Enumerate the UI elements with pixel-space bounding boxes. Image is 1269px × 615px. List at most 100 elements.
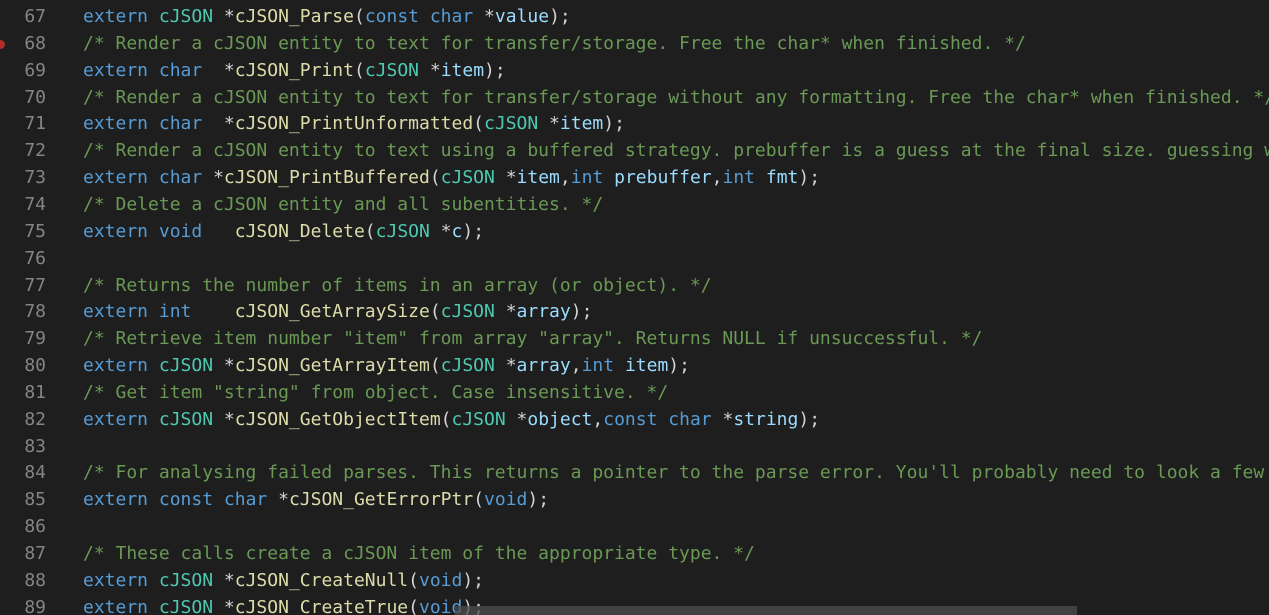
code-token: cJSON [364,59,419,81]
line-number: 67 [24,6,46,27]
code-line[interactable]: 73 extern char *cJSON_PrintBuffered(cJSON… [0,165,1269,192]
code-token: cJSON [158,569,214,591]
line-number: 87 [24,543,46,564]
code-line[interactable]: 83 [0,434,1269,461]
code-line[interactable]: 84 /* For analysing failed parses. This r… [0,460,1269,487]
code-text[interactable]: extern int cJSON_GetArraySize(cJSON *arr… [83,299,592,326]
code-text[interactable]: extern cJSON *cJSON_CreateTrue(void); [83,595,484,615]
code-token: * [213,596,235,615]
code-token: char [158,167,203,189]
code-token: , [570,355,582,377]
code-line[interactable]: 79 /* Retrieve item number "item" from ar… [0,326,1269,353]
code-text[interactable]: /* Render a cJSON entity to text for tra… [83,31,1026,58]
code-text[interactable]: /* Delete a cJSON entity and all subenti… [83,192,603,219]
code-line[interactable]: 88 extern cJSON *cJSON_CreateNull(void); [0,568,1269,595]
code-token: * [494,301,517,323]
line-number: 71 [24,113,46,135]
code-line[interactable]: 77 /* Returns the number of items in an a… [0,273,1269,300]
code-token: * [213,6,235,27]
line-number: 85 [24,489,46,511]
code-text[interactable]: /* Get item "string" from object. Case i… [83,380,668,407]
code-token: object [527,408,593,430]
code-text[interactable]: extern char *cJSON_Print(cJSON *item); [83,58,506,85]
code-token: int [722,167,756,189]
line-number: 81 [24,381,46,403]
code-line[interactable]: 85 extern const char *cJSON_GetErrorPtr(v… [0,487,1269,514]
code-text[interactable]: /* These calls create a cJSON item of th… [83,541,755,568]
code-text[interactable]: extern const char *cJSON_GetErrorPtr(voi… [83,487,549,514]
code-token: extern [83,220,149,242]
code-token: const [364,6,419,27]
code-token: * [429,220,452,242]
code-line[interactable]: 67 extern cJSON *cJSON_Parse(const char *… [0,4,1269,31]
code-token: cJSON_GetErrorPtr [288,489,474,511]
code-token: ( [429,167,441,189]
code-token: ); [462,220,485,242]
code-token: cJSON [451,408,506,430]
horizontal-scrollbar[interactable] [455,606,1077,615]
code-line[interactable]: 80 extern cJSON *cJSON_GetArrayItem(cJSON… [0,353,1269,380]
code-token: extern [83,408,149,430]
code-line[interactable]: 82 extern cJSON *cJSON_GetObjectItem(cJSO… [0,407,1269,434]
code-text[interactable]: /* For analysing failed parses. This ret… [83,460,1269,487]
code-token: void [418,569,463,591]
code-token: extern [83,355,149,377]
code-text[interactable]: extern cJSON *cJSON_CreateNull(void); [83,568,484,595]
code-token: * [494,355,517,377]
code-token: ); [668,355,690,377]
code-token: cJSON_Print [234,59,354,81]
code-token: item [559,113,604,135]
code-token: , [559,167,571,189]
code-line[interactable]: 81 /* Get item "string" from object. Case… [0,380,1269,407]
code-text[interactable]: extern cJSON *cJSON_GetObjectItem(cJSON … [83,407,820,434]
code-token: extern [83,6,149,27]
code-token: c [451,220,463,242]
code-text[interactable]: extern char *cJSON_PrintBuffered(cJSON *… [83,165,820,192]
code-token: item [624,355,669,377]
code-text[interactable]: /* Render a cJSON entity to text using a… [83,138,1269,165]
code-token: cJSON [158,355,214,377]
code-token: array [516,355,571,377]
code-token: prebuffer [614,167,712,189]
code-text[interactable]: /* Retrieve item number "item" from arra… [83,326,982,353]
code-line[interactable]: 68 /* Render a cJSON entity to text for t… [0,31,1269,58]
code-text[interactable]: extern cJSON *cJSON_Parse(const char *va… [83,4,571,31]
line-number: 79 [24,328,46,350]
code-token: void [158,220,203,242]
code-token: cJSON [440,301,495,323]
code-token: extern [83,301,149,323]
code-text[interactable]: extern cJSON *cJSON_GetArrayItem(cJSON *… [83,353,690,380]
line-number: 78 [24,301,46,323]
code-line[interactable]: 69 extern char *cJSON_Print(cJSON *item); [0,58,1269,85]
code-line[interactable]: 87 /* These calls create a cJSON item of … [0,541,1269,568]
code-line[interactable]: 76 [0,246,1269,273]
code-line[interactable]: 70 /* Render a cJSON entity to text for t… [0,85,1269,112]
code-text[interactable]: extern char *cJSON_PrintUnformatted(cJSO… [83,111,625,138]
code-editor[interactable]: 67 extern cJSON *cJSON_Parse(const char *… [0,0,1269,615]
code-token: ( [353,6,365,27]
code-text[interactable]: /* Render a cJSON entity to text for tra… [83,85,1269,112]
code-line[interactable]: 72 /* Render a cJSON entity to text using… [0,138,1269,165]
code-token: const [158,489,214,511]
code-text[interactable]: extern void cJSON_Delete(cJSON *c); [83,219,484,246]
code-line[interactable]: 75 extern void cJSON_Delete(cJSON *c); [0,219,1269,246]
code-token: /* Retrieve item number "item" from arra… [83,328,983,350]
code-line[interactable]: 78 extern int cJSON_GetArraySize(cJSON *a… [0,299,1269,326]
code-token: * [267,489,289,511]
code-token: ( [364,220,376,242]
code-token: cJSON [440,167,495,189]
code-line[interactable]: 74 /* Delete a cJSON entity and all suben… [0,192,1269,219]
code-text[interactable]: /* Returns the number of items in an arr… [83,273,712,300]
line-number: 68 [24,32,46,54]
code-token: fmt [765,167,799,189]
line-number: 89 [24,596,46,615]
code-line[interactable]: 86 [0,514,1269,541]
code-line[interactable]: 71 extern char *cJSON_PrintUnformatted(cJ… [0,111,1269,138]
code-token: /* Render a cJSON entity to text for tra… [83,86,1269,108]
